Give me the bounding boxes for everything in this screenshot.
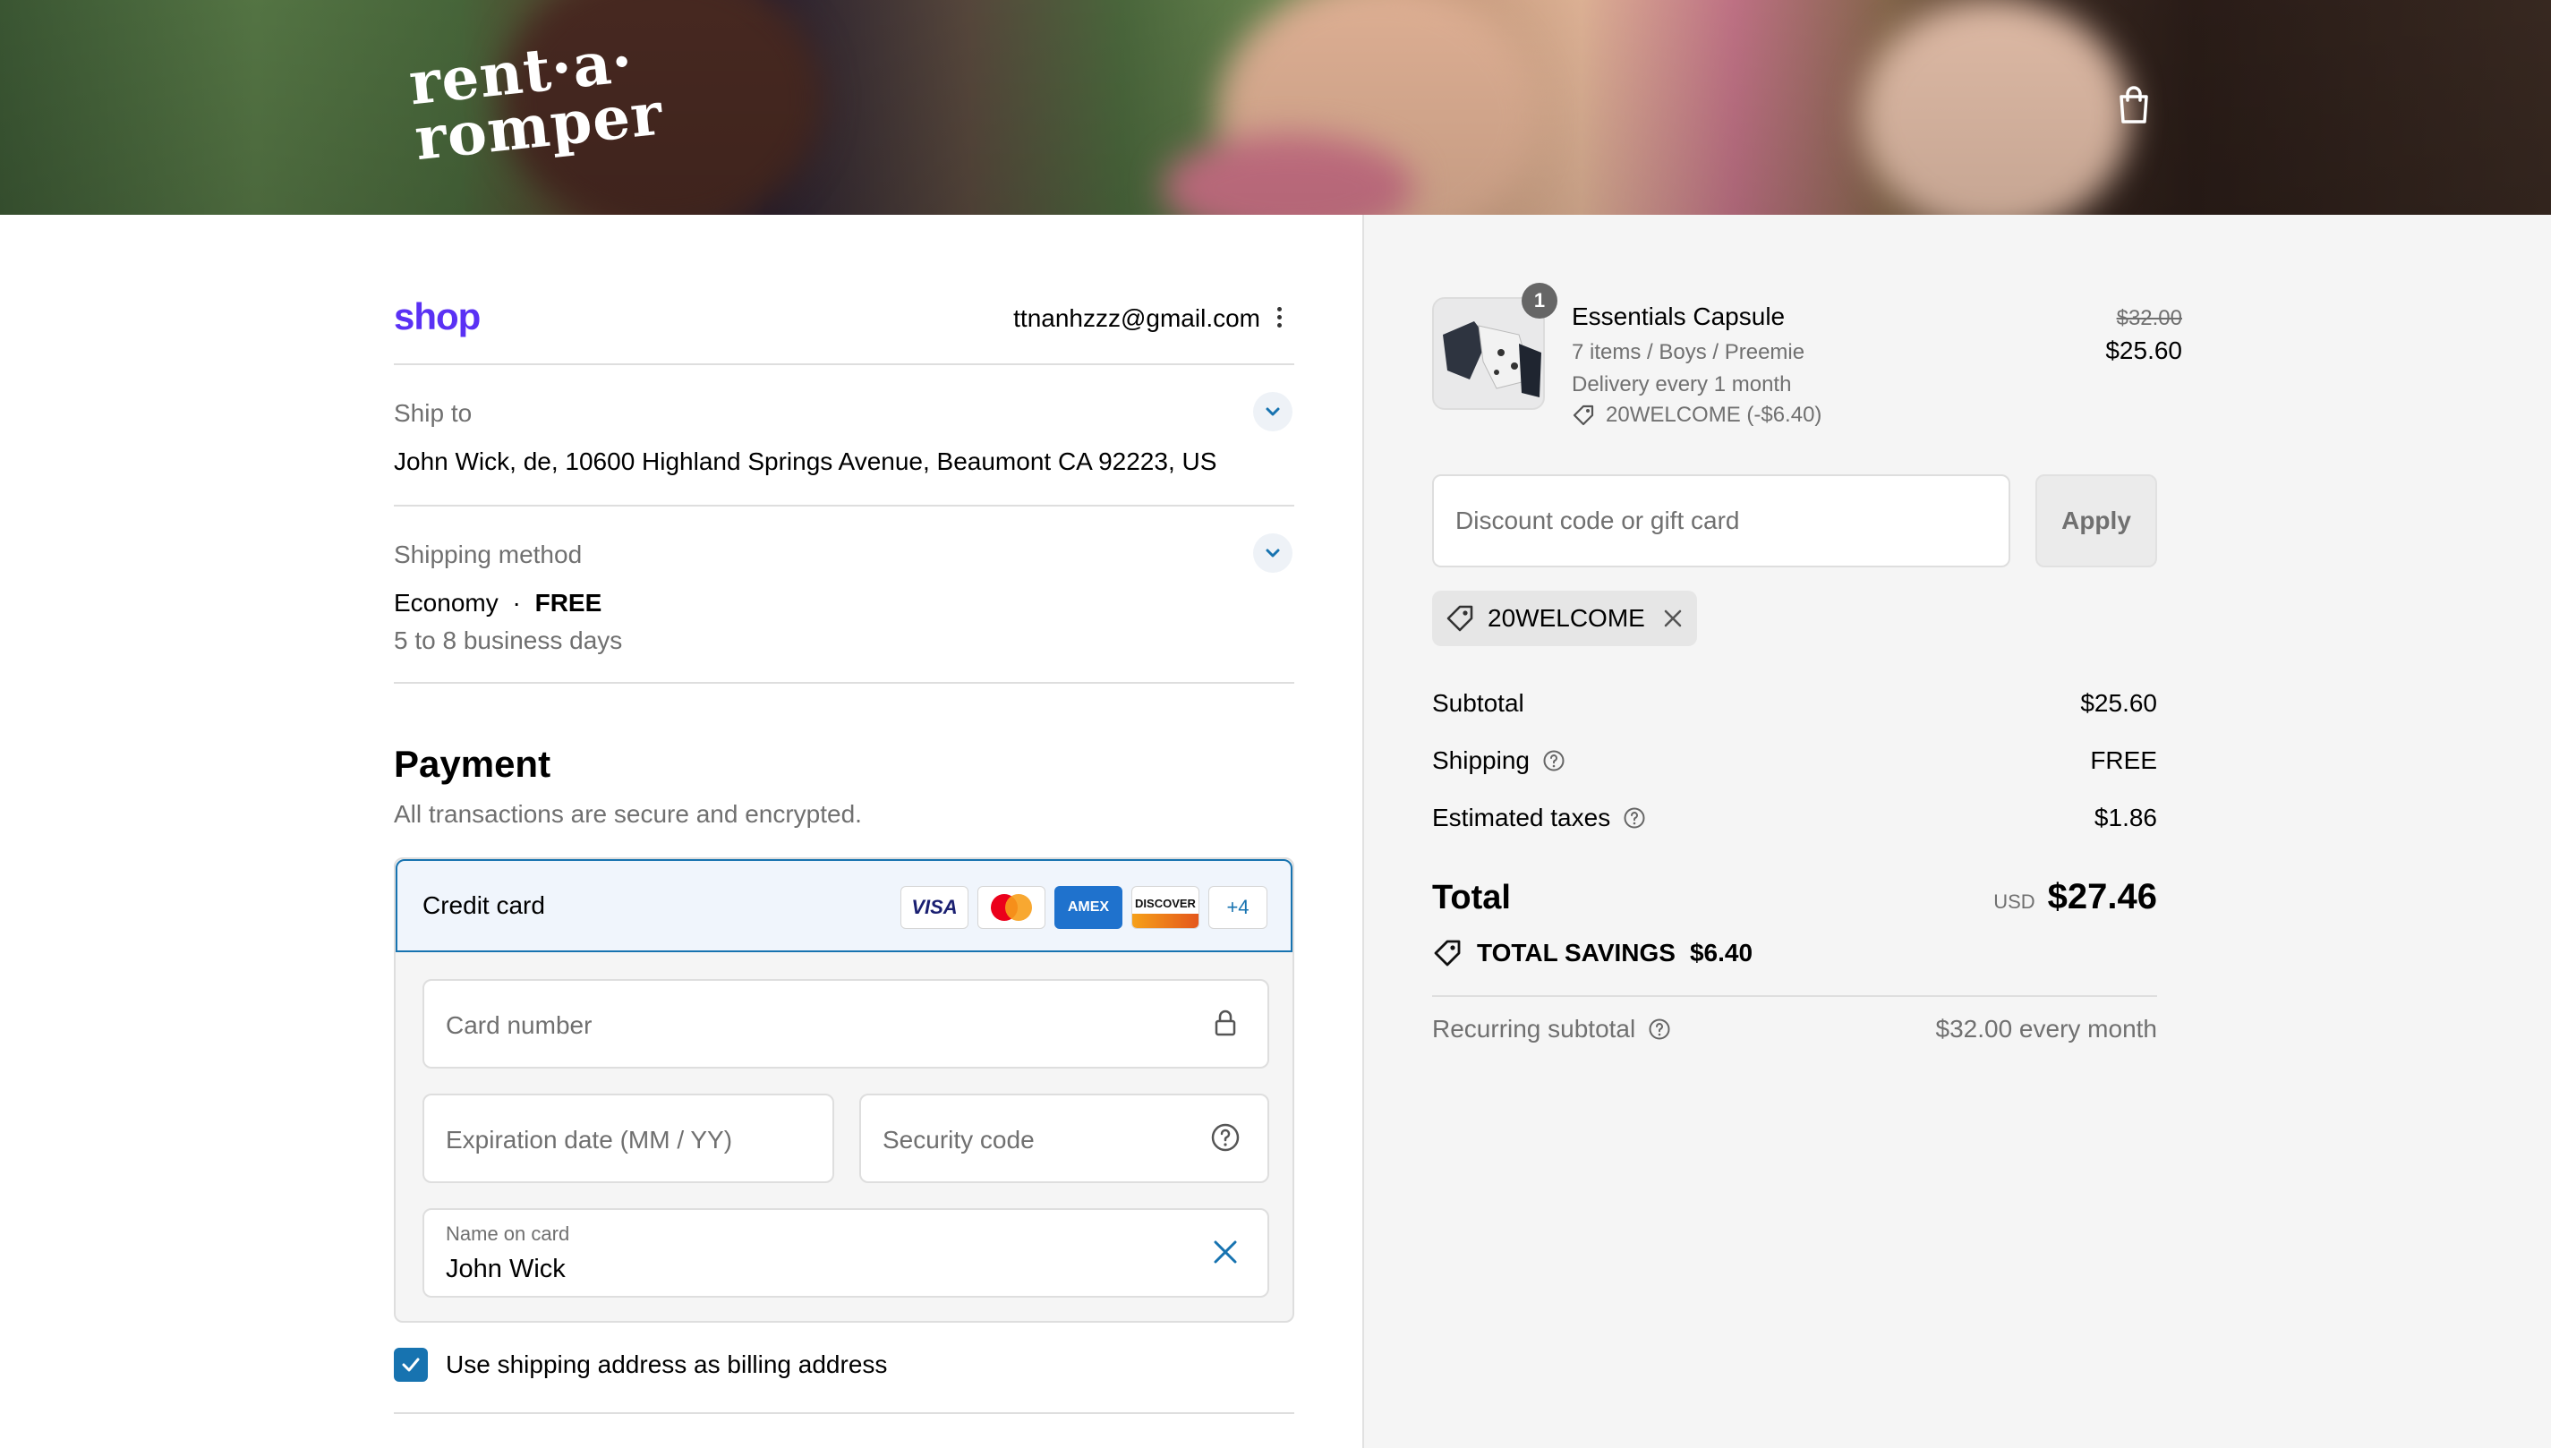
- divider: [1432, 995, 2157, 997]
- subtotal-row: Subtotal $25.60: [1432, 689, 2157, 718]
- applied-code-text: 20WELCOME: [1488, 604, 1645, 632]
- security-code-field[interactable]: Security code: [859, 1094, 1269, 1183]
- brand-logo[interactable]: rent·a· romper: [405, 26, 666, 174]
- discount-code-input[interactable]: Discount code or gift card: [1432, 474, 2010, 567]
- billing-address-checkbox-row[interactable]: Use shipping address as billing address: [394, 1348, 887, 1382]
- product-variant: 7 items / Boys / Preemie: [1572, 340, 1805, 364]
- applied-discount-chip: 20WELCOME: [1432, 591, 1697, 646]
- tag-icon: [1573, 405, 1594, 426]
- total-label: Total: [1432, 879, 1511, 916]
- credit-card-label: Credit card: [422, 891, 545, 919]
- product-title: Essentials Capsule: [1572, 302, 1786, 330]
- total-row: Total USD $27.46: [1432, 877, 2157, 917]
- account-email: ttnanhzzz@gmail.com: [1013, 304, 1260, 332]
- product-discount-text: 20WELCOME (-$6.40): [1606, 403, 1822, 427]
- divider: [394, 363, 1294, 365]
- more-brands-badge[interactable]: +4: [1208, 886, 1267, 929]
- total-savings-label: TOTAL SAVINGS: [1477, 939, 1676, 967]
- separator: ·: [512, 589, 521, 617]
- subtotal-label: Subtotal: [1432, 689, 1524, 717]
- mastercard-icon: [977, 886, 1045, 929]
- name-on-card-label: Name on card: [446, 1222, 570, 1245]
- taxes-label: Estimated taxes: [1432, 804, 1611, 831]
- tag-icon: [1434, 940, 1461, 967]
- shipping-method-name: Economy: [394, 589, 499, 617]
- lock-icon: [1210, 1008, 1241, 1038]
- ship-to-address: John Wick, de, 10600 Highland Springs Av…: [394, 447, 1217, 475]
- help-icon[interactable]: [1623, 806, 1646, 830]
- shipping-method-label: Shipping method: [394, 541, 583, 568]
- shipping-label: Shipping: [1432, 746, 1530, 774]
- card-brand-list: VISA AMEX DISCOVER +4: [900, 886, 1267, 929]
- shop-pay-logo[interactable]: shop: [394, 295, 481, 338]
- visa-icon: VISA: [900, 886, 968, 929]
- discount-code-placeholder: Discount code or gift card: [1455, 507, 1740, 534]
- subtotal-value: $25.60: [2080, 689, 2157, 717]
- apply-button[interactable]: Apply: [2035, 474, 2157, 567]
- total-savings-value: $6.40: [1689, 939, 1753, 967]
- chevron-down-icon[interactable]: [1253, 533, 1292, 573]
- more-options-icon[interactable]: [1275, 304, 1284, 331]
- tag-icon: [1446, 605, 1473, 632]
- recurring-subtotal-row: Recurring subtotal $32.00 every month: [1432, 1015, 2157, 1043]
- help-icon[interactable]: [1542, 749, 1565, 772]
- shipping-value: FREE: [2090, 746, 2157, 774]
- total-savings-row: TOTAL SAVINGS $6.40: [1432, 938, 1753, 968]
- product-delivery: Delivery every 1 month: [1572, 372, 1792, 396]
- card-number-placeholder: Card number: [446, 1011, 593, 1039]
- divider: [394, 682, 1294, 684]
- total-value: $27.46: [2047, 877, 2157, 916]
- recurring-subtotal-value: $32.00 every month: [1935, 1015, 2158, 1043]
- shipping-eta: 5 to 8 business days: [394, 626, 623, 654]
- shipping-method-value: Economy · FREE: [394, 589, 601, 618]
- taxes-value: $1.86: [2094, 804, 2157, 831]
- help-icon[interactable]: [1210, 1122, 1241, 1153]
- taxes-row: Estimated taxes $1.86: [1432, 804, 2157, 832]
- security-code-placeholder: Security code: [883, 1126, 1035, 1154]
- checkbox-checked-icon[interactable]: [394, 1348, 428, 1382]
- remove-discount-icon[interactable]: [1661, 607, 1685, 630]
- amex-icon: AMEX: [1054, 886, 1122, 929]
- shipping-row: Shipping FREE: [1432, 746, 2157, 775]
- shipping-method-price: FREE: [534, 589, 602, 617]
- credit-card-panel: Credit card VISA AMEX DISCOVER +4 Card n…: [394, 857, 1294, 1323]
- final-price: $25.60: [2105, 336, 2182, 364]
- name-on-card-value: John Wick: [446, 1255, 566, 1283]
- original-price: $32.00: [2116, 306, 2182, 330]
- divider: [394, 1412, 1294, 1414]
- card-number-field[interactable]: Card number: [422, 979, 1269, 1069]
- recurring-subtotal-label: Recurring subtotal: [1432, 1015, 1636, 1043]
- expiration-placeholder: Expiration date (MM / YY): [446, 1126, 733, 1154]
- header-banner: rent·a· romper: [0, 0, 2551, 215]
- shopping-bag-icon[interactable]: [2116, 84, 2152, 125]
- credit-card-option[interactable]: Credit card VISA AMEX DISCOVER +4: [396, 859, 1292, 952]
- chevron-down-icon[interactable]: [1253, 392, 1292, 431]
- currency-code: USD: [1993, 890, 2035, 913]
- billing-address-label: Use shipping address as billing address: [446, 1350, 888, 1378]
- quantity-badge: 1: [1522, 283, 1557, 319]
- payment-title: Payment: [394, 743, 551, 785]
- divider: [394, 505, 1294, 507]
- expiration-date-field[interactable]: Expiration date (MM / YY): [422, 1094, 834, 1183]
- discover-icon: DISCOVER: [1131, 886, 1199, 929]
- payment-subtitle: All transactions are secure and encrypte…: [394, 800, 862, 828]
- clear-icon[interactable]: [1210, 1237, 1241, 1267]
- product-discount: 20WELCOME (-$6.40): [1572, 403, 1821, 428]
- ship-to-label: Ship to: [394, 399, 473, 427]
- name-on-card-field[interactable]: Name on card John Wick: [422, 1208, 1269, 1298]
- help-icon[interactable]: [1648, 1018, 1671, 1041]
